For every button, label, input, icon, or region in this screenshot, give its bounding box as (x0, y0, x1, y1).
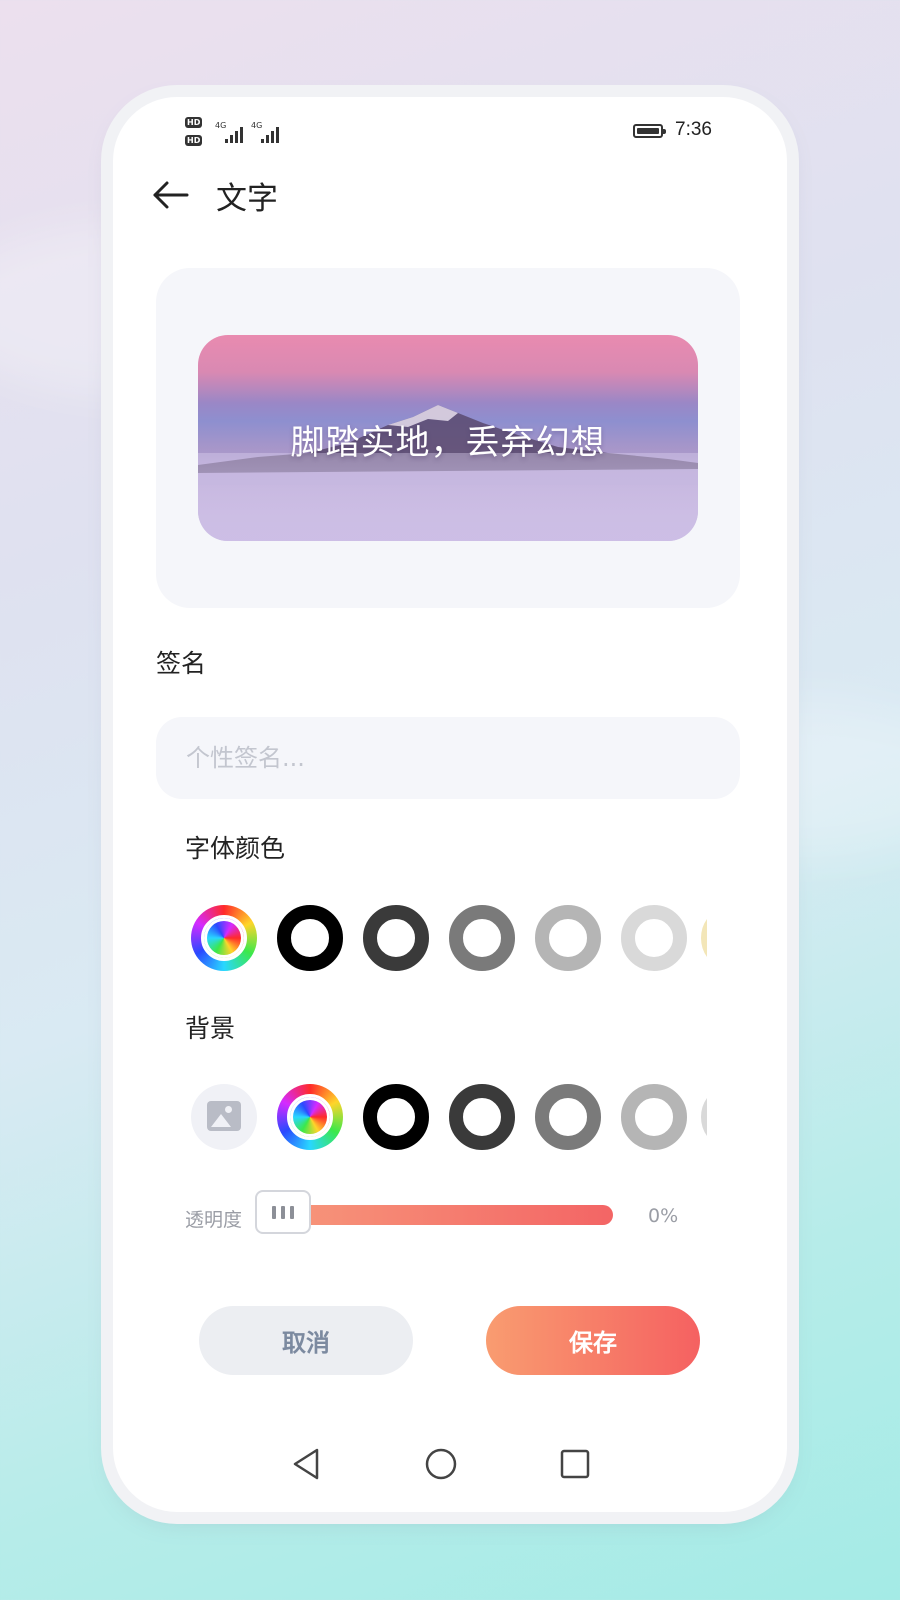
image-icon (207, 1101, 241, 1131)
color-swatch-gray[interactable] (449, 905, 515, 971)
color-swatch-gray[interactable] (535, 1084, 601, 1150)
nav-home-button[interactable] (419, 1442, 463, 1486)
preview-quote: 脚踏实地，丢弃幻想 (290, 423, 606, 463)
arrow-left-icon (153, 181, 189, 209)
color-swatch-lighter-gray[interactable] (621, 905, 687, 971)
color-swatch-light-gray[interactable] (535, 905, 601, 971)
color-swatch-lighter-gray[interactable] (701, 1084, 707, 1150)
opacity-slider-track[interactable] (291, 1205, 613, 1225)
opacity-label: 透明度 (185, 1209, 243, 1231)
cancel-button[interactable]: 取消 (199, 1306, 413, 1375)
nav-back-button[interactable] (285, 1442, 329, 1486)
battery-icon (633, 124, 666, 138)
color-swatch-dark-gray[interactable] (363, 905, 429, 971)
background-swatches (191, 1084, 707, 1150)
font-color-swatches (191, 905, 707, 971)
signature-label: 签名 (156, 649, 207, 678)
color-swatch-black[interactable] (363, 1084, 429, 1150)
page-title: 文字 (216, 181, 278, 217)
signature-input[interactable] (156, 717, 740, 799)
color-swatch-dark-gray[interactable] (449, 1084, 515, 1150)
status-bar: HD HD 4G 4G 7:36 (113, 97, 787, 157)
opacity-value: 0% (648, 1205, 679, 1227)
font-color-label: 字体颜色 (185, 834, 286, 863)
nav-recents-button[interactable] (553, 1442, 597, 1486)
phone-screen: HD HD 4G 4G 7:36 文字 脚踏实地，丢弃幻想 签名 个性签名...… (113, 97, 787, 1512)
color-swatch-cream[interactable] (701, 905, 707, 971)
background-image-button[interactable] (191, 1084, 257, 1150)
status-time: 7:36 (675, 119, 712, 140)
triangle-back-icon (293, 1448, 319, 1480)
save-button[interactable]: 保存 (486, 1306, 700, 1375)
color-picker-rainbow-swatch[interactable] (277, 1084, 343, 1150)
circle-home-icon (425, 1448, 457, 1480)
hd-badge: HD (185, 117, 203, 128)
hd-badge: HD (185, 135, 203, 146)
preview-card: 脚踏实地，丢弃幻想 (156, 268, 740, 608)
square-recents-icon (560, 1449, 590, 1479)
signal-indicators: HD HD 4G 4G (185, 117, 305, 151)
signal-bars-icon (225, 127, 243, 143)
color-swatch-black[interactable] (277, 905, 343, 971)
preview-banner: 脚踏实地，丢弃幻想 (198, 335, 698, 541)
background-label: 背景 (185, 1014, 236, 1043)
system-nav-bar (113, 1442, 787, 1492)
color-swatch-light-gray[interactable] (621, 1084, 687, 1150)
back-button[interactable] (149, 175, 193, 215)
signal-bars-icon (261, 127, 279, 143)
color-picker-rainbow-swatch[interactable] (191, 905, 257, 971)
opacity-slider-handle[interactable] (255, 1190, 311, 1234)
